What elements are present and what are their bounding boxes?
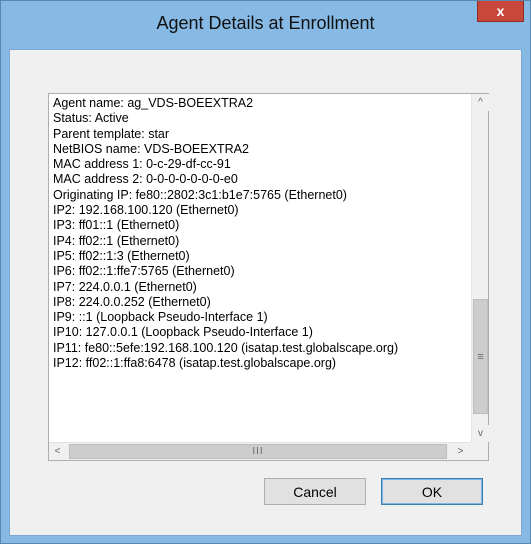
details-listbox[interactable]: Agent name: ag_VDS-BOEEXTRA2 Status: Acti… bbox=[48, 93, 489, 461]
scroll-right-button[interactable]: > bbox=[452, 443, 469, 460]
dialog-title: Agent Details at Enrollment bbox=[156, 13, 375, 33]
close-button[interactable]: x bbox=[477, 1, 524, 22]
grip-icon: III bbox=[252, 446, 264, 457]
horizontal-scroll-thumb[interactable]: III bbox=[69, 444, 447, 459]
cancel-button[interactable]: Cancel bbox=[264, 478, 366, 505]
detail-line: IP11: fe80::5efe:192.168.100.120 (isatap… bbox=[53, 340, 399, 355]
chevron-left-icon: < bbox=[54, 446, 61, 457]
detail-line: Parent template: star bbox=[53, 126, 170, 141]
detail-line: IP5: ff02::1:3 (Ethernet0) bbox=[53, 248, 190, 263]
detail-line: IP9: ::1 (Loopback Pseudo-Interface 1) bbox=[53, 310, 268, 325]
detail-line: Agent name: ag_VDS-BOEEXTRA2 bbox=[53, 96, 254, 110]
detail-line: NetBIOS name: VDS-BOEEXTRA2 bbox=[53, 141, 249, 156]
detail-line: IP10: 127.0.0.1 (Loopback Pseudo-Interfa… bbox=[53, 325, 313, 340]
scroll-up-button[interactable]: ^ bbox=[472, 94, 489, 111]
detail-line: Status: Active bbox=[53, 111, 129, 126]
detail-line: IP12: ff02::1:ffa8:6478 (isatap.test.glo… bbox=[53, 356, 337, 371]
dialog-client-area: Agent name: ag_VDS-BOEEXTRA2 Status: Acti… bbox=[9, 49, 522, 536]
chevron-down-icon: v bbox=[478, 428, 483, 439]
ok-button[interactable]: OK bbox=[381, 478, 483, 505]
detail-line: Originating IP: fe80::2802:3c1:b1e7:5765… bbox=[53, 187, 347, 202]
detail-line: MAC address 2: 0-0-0-0-0-0-0-e0 bbox=[53, 172, 238, 187]
scroll-down-button[interactable]: v bbox=[472, 425, 489, 442]
grip-icon: ≡ bbox=[477, 350, 484, 363]
agent-details-dialog: Agent Details at Enrollment x Agent name… bbox=[0, 0, 531, 544]
detail-line: IP7: 224.0.0.1 (Ethernet0) bbox=[53, 279, 197, 294]
title-bar[interactable]: Agent Details at Enrollment x bbox=[1, 1, 530, 49]
chevron-right-icon: > bbox=[457, 446, 464, 457]
detail-line: MAC address 1: 0-c-29-df-cc-91 bbox=[53, 157, 231, 172]
detail-line: IP2: 192.168.100.120 (Ethernet0) bbox=[53, 203, 239, 218]
detail-line: IP8: 224.0.0.252 (Ethernet0) bbox=[53, 294, 211, 309]
close-icon: x bbox=[496, 3, 505, 19]
detail-line: IP6: ff02::1:ffe7:5765 (Ethernet0) bbox=[53, 264, 235, 279]
vertical-scroll-thumb[interactable]: ≡ bbox=[473, 299, 488, 414]
chevron-up-icon: ^ bbox=[478, 97, 483, 108]
horizontal-scrollbar[interactable]: < III > bbox=[49, 442, 471, 460]
details-lines: Agent name: ag_VDS-BOEEXTRA2 Status: Acti… bbox=[53, 96, 398, 371]
details-content: Agent name: ag_VDS-BOEEXTRA2 Status: Acti… bbox=[49, 94, 471, 442]
scrollbar-corner bbox=[471, 442, 488, 460]
scroll-left-button[interactable]: < bbox=[49, 443, 66, 460]
vertical-scrollbar[interactable]: ^ ≡ v bbox=[471, 94, 489, 442]
detail-line: IP4: ff02::1 (Ethernet0) bbox=[53, 233, 180, 248]
detail-line: IP3: ff01::1 (Ethernet0) bbox=[53, 218, 180, 233]
